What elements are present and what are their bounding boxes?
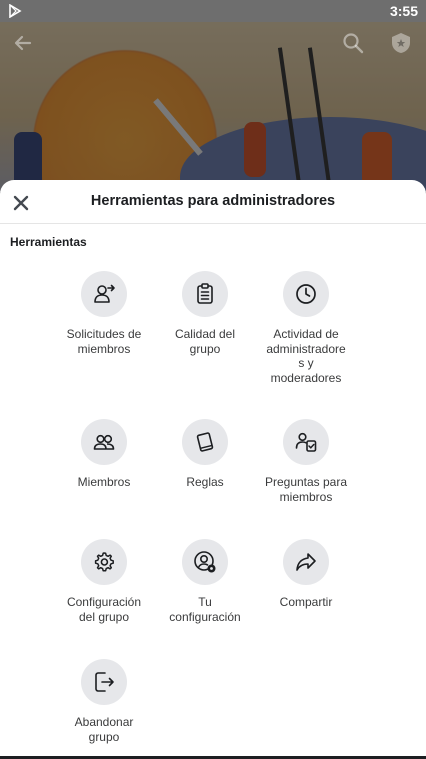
- clipboard-icon: [197, 283, 213, 304]
- gear-icon: [94, 552, 114, 572]
- tool-label: Solicitudes de miembros: [66, 327, 142, 356]
- tool-leave-group[interactable]: Abandonar grupo: [54, 659, 154, 744]
- arrow-left-icon[interactable]: [12, 32, 34, 54]
- tool-members[interactable]: Miembros: [54, 419, 154, 490]
- clock-icon: [296, 284, 316, 304]
- tool-group-settings[interactable]: Configuración del grupo: [54, 539, 154, 624]
- exit-icon: [95, 672, 114, 692]
- admin-tools-sheet: Herramientas para administradores Herram…: [0, 180, 426, 759]
- tool-member-requests[interactable]: Solicitudes de miembros: [54, 271, 154, 356]
- tool-label: Abandonar grupo: [74, 715, 134, 744]
- tool-label: Actividad de administradore s y moderado…: [266, 327, 346, 385]
- admin-shield-icon[interactable]: [390, 32, 412, 54]
- search-icon[interactable]: [342, 32, 364, 54]
- tool-admin-activity[interactable]: Actividad de administradore s y moderado…: [256, 271, 356, 385]
- member-request-icon: [94, 284, 115, 303]
- tool-label: Configuración del grupo: [66, 595, 142, 624]
- play-store-icon: [9, 4, 22, 18]
- section-title: Herramientas: [10, 235, 87, 249]
- group-cover-photo: [0, 22, 426, 192]
- tool-label: Reglas: [186, 475, 224, 489]
- tool-share[interactable]: Compartir: [256, 539, 356, 610]
- share-arrow-icon: [296, 553, 316, 571]
- status-bar: 3:55: [0, 0, 426, 22]
- tool-label: Miembros: [77, 475, 131, 489]
- tool-label: Calidad del grupo: [174, 327, 236, 356]
- status-time: 3:55: [389, 3, 418, 19]
- member-questions-icon: [295, 432, 317, 452]
- sheet-title: Herramientas para administradores: [90, 193, 336, 209]
- tool-label: Preguntas para miembros: [264, 475, 348, 504]
- tool-member-questions[interactable]: Preguntas para miembros: [256, 419, 356, 504]
- sheet-header: Herramientas para administradores: [0, 180, 426, 224]
- tool-label: Compartir: [279, 595, 333, 609]
- user-settings-icon: [194, 551, 216, 573]
- tool-rules[interactable]: Reglas: [155, 419, 255, 490]
- tool-label: Tu configuración: [169, 595, 241, 624]
- members-icon: [93, 434, 115, 450]
- tool-group-quality[interactable]: Calidad del grupo: [155, 271, 255, 356]
- rules-book-icon: [196, 432, 214, 452]
- tool-your-settings[interactable]: Tu configuración: [155, 539, 255, 624]
